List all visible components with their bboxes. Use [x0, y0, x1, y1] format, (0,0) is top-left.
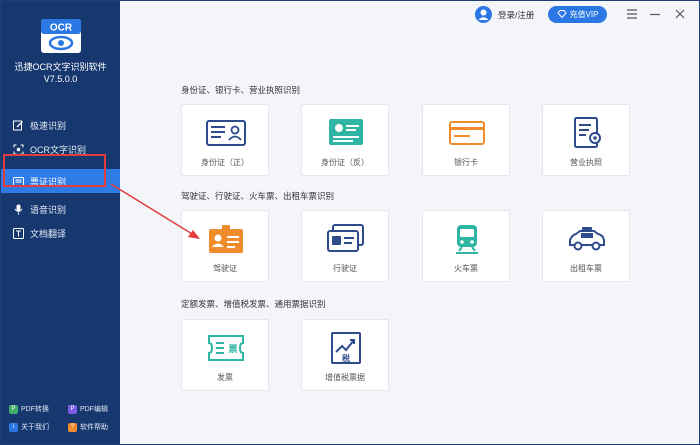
card-label: 火车票: [454, 264, 478, 273]
edit-icon: [12, 119, 24, 131]
svg-text:税: 税: [342, 353, 350, 363]
vip-recharge-button[interactable]: 充值VIP: [548, 6, 607, 23]
highlight-box: [3, 154, 106, 187]
about-link[interactable]: i 关于我们: [1, 422, 60, 432]
section-title-id-bank-license: 身份证、银行卡、营业执照识别: [181, 85, 301, 95]
card-vehicle-license[interactable]: 行驶证: [301, 210, 389, 282]
translate-icon: [12, 227, 24, 239]
minimize-button[interactable]: [646, 5, 664, 23]
card-vat-invoice[interactable]: 税 增值税票据: [301, 319, 389, 391]
logo-text: OCR: [50, 23, 73, 34]
help-label: 软件帮助: [80, 424, 108, 431]
card-label: 身份证（正）: [201, 158, 249, 167]
help-icon: ?: [68, 422, 77, 432]
svg-text:票: 票: [228, 343, 237, 355]
app-window: OCR 迅捷OCR文字识别软件 V7.5.0.0 极速识别 OCR文字识别 票证…: [0, 0, 700, 445]
taxi-icon: [569, 227, 605, 251]
pdf-convert-label: PDF转换: [21, 406, 49, 413]
card-label: 出租车票: [570, 264, 602, 273]
menu-icon: [627, 9, 637, 19]
card-label: 银行卡: [454, 158, 478, 167]
card-train-ticket[interactable]: 火车票: [422, 210, 510, 282]
login-register-link[interactable]: 登录/注册: [498, 9, 534, 21]
sidebar-item-label: 极速识别: [30, 120, 67, 131]
id-card-front-icon: [206, 120, 246, 146]
sidebar-item-quick-recognition[interactable]: 极速识别: [1, 113, 120, 137]
microphone-icon: [12, 203, 24, 215]
pdf-edit-label: PDF编辑: [80, 406, 108, 413]
business-license-icon: [574, 117, 601, 148]
pdf-edit-link[interactable]: P PDF编辑: [60, 404, 119, 414]
minimize-icon: [650, 13, 660, 16]
info-icon: i: [9, 422, 18, 432]
card-driver-license[interactable]: 驾驶证: [181, 210, 269, 282]
sidebar: OCR 迅捷OCR文字识别软件 V7.5.0.0 极速识别 OCR文字识别 票证…: [1, 1, 120, 444]
invoice-icon: 票: [208, 335, 244, 361]
close-button[interactable]: [671, 5, 689, 23]
sidebar-item-translate[interactable]: 文档翻译: [1, 221, 120, 245]
app-version: V7.5.0.0: [43, 74, 78, 84]
pdf-convert-link[interactable]: P PDF转换: [1, 404, 60, 414]
id-card-back-icon: [329, 119, 363, 145]
menu-button[interactable]: [623, 5, 641, 23]
card-label: 发票: [217, 373, 233, 382]
card-label: 行驶证: [333, 264, 357, 273]
card-label: 驾驶证: [213, 264, 237, 273]
card-label: 增值税票据: [325, 373, 365, 382]
diamond-icon: [556, 9, 567, 20]
user-avatar-icon[interactable]: [475, 6, 492, 23]
close-icon: [675, 9, 685, 19]
vip-label: 充值VIP: [569, 10, 599, 19]
sidebar-bottom-links: P PDF转换 P PDF编辑 i 关于我们 ? 软件帮助: [1, 400, 120, 436]
section-title-driver-train-taxi: 驾驶证、行驶证、火车票、出租车票识别: [181, 191, 335, 201]
section-title-invoices: 定额发票、增值税发票、通用票据识别: [181, 299, 326, 309]
card-business-license[interactable]: 营业执照: [542, 104, 630, 176]
card-label: 营业执照: [570, 158, 602, 167]
bank-card-icon: [449, 121, 485, 145]
train-icon: [456, 225, 478, 254]
sidebar-item-label: 语音识别: [30, 204, 67, 215]
driver-license-icon: [209, 225, 243, 253]
card-id-back[interactable]: 身份证（反）: [301, 104, 389, 176]
pdf-convert-icon: P: [9, 404, 18, 414]
card-label: 身份证（反）: [321, 158, 369, 167]
ocr-logo: OCR: [41, 19, 81, 53]
sidebar-item-voice[interactable]: 语音识别: [1, 197, 120, 221]
help-link[interactable]: ? 软件帮助: [60, 422, 119, 432]
card-invoice[interactable]: 票 发票: [181, 319, 269, 391]
card-taxi-ticket[interactable]: 出租车票: [542, 210, 630, 282]
about-label: 关于我们: [21, 424, 49, 431]
app-name: 迅捷OCR文字识别软件: [14, 62, 107, 72]
sidebar-item-label: 文档翻译: [30, 228, 67, 239]
card-id-front[interactable]: 身份证（正）: [181, 104, 269, 176]
pdf-edit-icon: P: [68, 404, 77, 414]
top-bar: 登录/注册 充值VIP: [120, 1, 699, 29]
vat-invoice-icon: 税: [331, 332, 361, 364]
card-bank-card[interactable]: 银行卡: [422, 104, 510, 176]
vehicle-license-icon: [327, 224, 364, 252]
